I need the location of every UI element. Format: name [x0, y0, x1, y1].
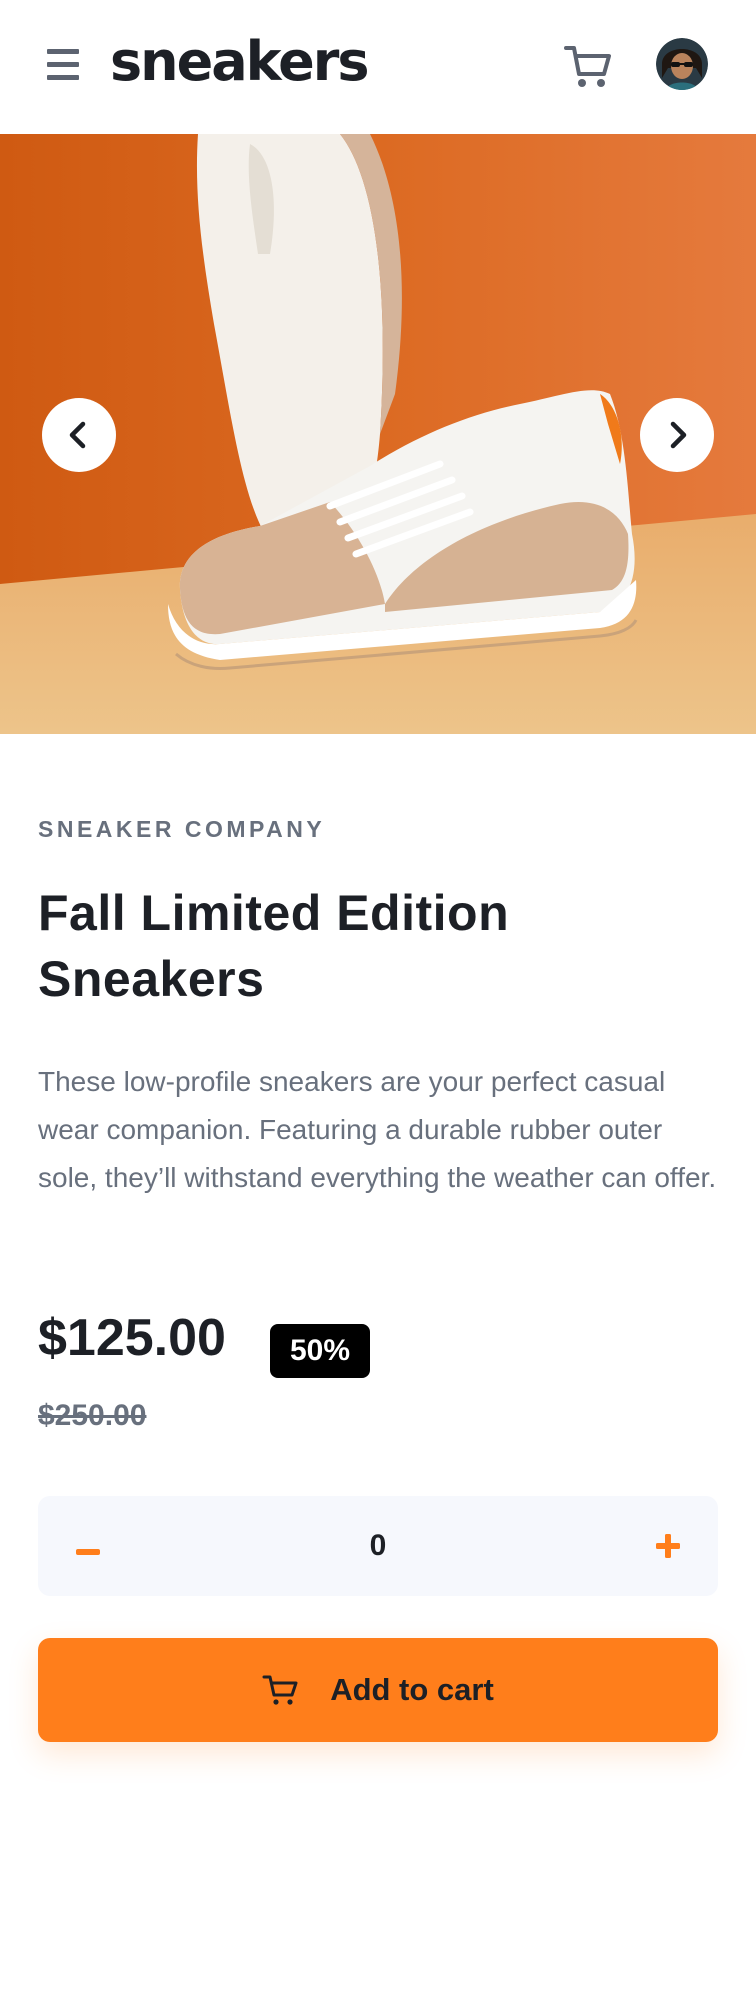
product-description: These low-profile sneakers are your perf… [38, 1066, 717, 1193]
site-logo[interactable]: sneakers [110, 22, 370, 102]
original-price: $250.00 [38, 1399, 147, 1432]
quantity-stepper: 0 [38, 1496, 718, 1596]
current-price: $125.00 [38, 1309, 226, 1367]
decrease-quantity-button[interactable] [68, 1526, 108, 1566]
next-image-button[interactable] [640, 398, 714, 472]
add-to-cart-button[interactable]: Add to cart [38, 1638, 718, 1742]
hamburger-menu-icon[interactable] [38, 44, 88, 84]
add-to-cart-label: Add to cart [330, 1672, 494, 1707]
cart-icon[interactable] [560, 40, 616, 92]
increase-quantity-button[interactable] [648, 1526, 688, 1566]
discount-badge: 50% [270, 1324, 370, 1378]
chevron-right-icon [670, 421, 687, 449]
company-name: SNEAKER COMPANY [38, 816, 326, 842]
plus-icon [656, 1534, 680, 1558]
site-header: sneakers [0, 0, 756, 134]
previous-image-button[interactable] [42, 398, 116, 472]
product-title: Fall Limited Edition Sneakers [38, 885, 510, 1007]
chevron-left-icon [69, 421, 86, 449]
avatar[interactable] [656, 38, 708, 90]
cart-icon [262, 1675, 298, 1705]
quantity-value: 0 [369, 1529, 387, 1562]
product-image [0, 134, 756, 734]
minus-icon [76, 1549, 100, 1555]
